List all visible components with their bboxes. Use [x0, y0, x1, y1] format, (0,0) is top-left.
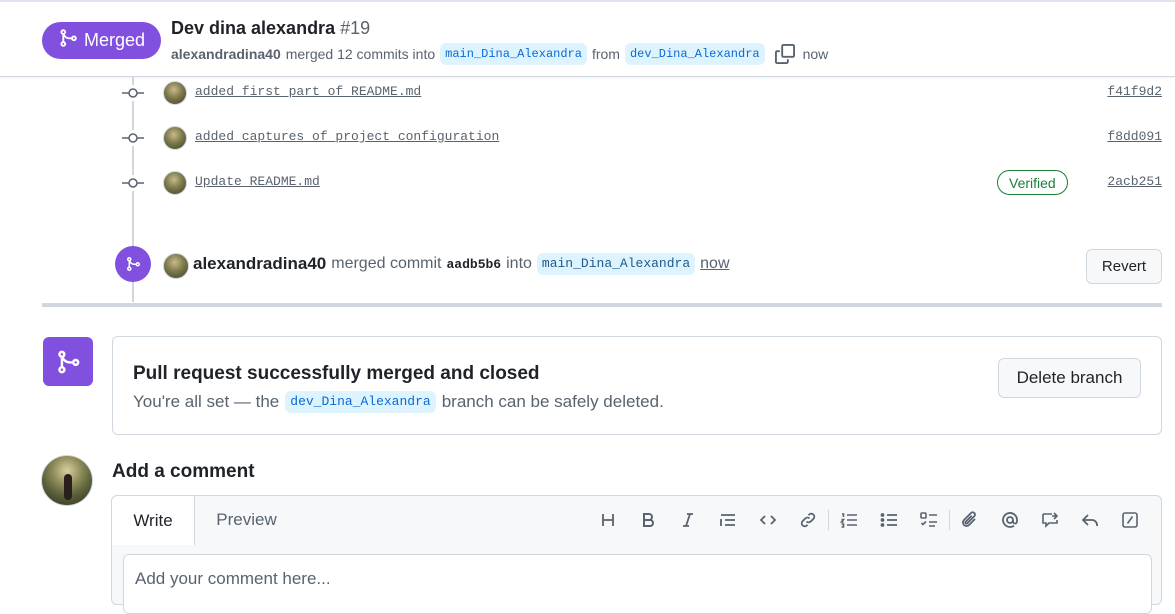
pr-header: Merged Dev dina alexandra #19 alexandrad… [0, 0, 1175, 77]
merge-event-text: alexandradina40 merged commit aadb5b6 in… [193, 251, 730, 277]
comment-placeholder: Add your comment here... [135, 569, 331, 588]
commit-row: Update README.md Verified 2acb251 [122, 170, 1167, 195]
ordered-list-icon[interactable] [829, 509, 869, 531]
merge-status-box: Pull request successfully merged and clo… [112, 336, 1162, 435]
commit-row: added captures of project configuration … [122, 126, 1167, 150]
link-icon[interactable] [788, 509, 828, 531]
delete-branch-button[interactable]: Delete branch [998, 358, 1141, 398]
commit-row: added first part of README.md f41f9d2 [122, 81, 1167, 105]
base-branch[interactable]: main_Dina_Alexandra [440, 43, 587, 65]
merged-state-badge: Merged [42, 22, 161, 59]
slash-command-icon[interactable] [1110, 509, 1150, 531]
verified-badge[interactable]: Verified [997, 170, 1068, 195]
git-commit-icon [122, 175, 144, 191]
merge-status-text-after: branch can be safely deleted. [441, 392, 664, 411]
reply-icon[interactable] [1070, 509, 1110, 531]
cross-reference-icon[interactable] [1030, 509, 1070, 531]
commit-message[interactable]: added first part of README.md [195, 84, 421, 99]
merge-commit-sha[interactable]: aadb5b6 [447, 257, 502, 272]
into-text: into [506, 255, 532, 272]
quote-icon[interactable] [708, 509, 748, 531]
commit-message[interactable]: added captures of project configuration [195, 129, 499, 144]
author-link[interactable]: alexandradina40 [171, 46, 281, 62]
code-icon[interactable] [748, 509, 788, 531]
heading-icon[interactable] [588, 509, 628, 531]
pr-subline: alexandradina40 merged 12 commits into m… [171, 43, 828, 65]
state-label: Merged [84, 30, 146, 50]
commit-sha[interactable]: f41f9d2 [1107, 84, 1162, 99]
mention-icon[interactable] [990, 509, 1030, 531]
merge-status-text: You're all set — the dev_Dina_Alexandra … [133, 391, 664, 413]
merge-target-branch[interactable]: main_Dina_Alexandra [536, 253, 696, 275]
avatar[interactable] [163, 171, 187, 195]
pr-number: #19 [340, 18, 371, 38]
git-merge-icon [43, 337, 93, 386]
timeline-divider [42, 303, 1162, 307]
avatar[interactable] [163, 81, 187, 105]
unordered-list-icon[interactable] [869, 509, 909, 531]
task-list-icon[interactable] [909, 509, 949, 531]
markdown-toolbar [588, 509, 1150, 531]
pr-title-text: Dev dina alexandra [171, 18, 336, 38]
avatar[interactable] [41, 455, 93, 506]
merge-status-text-before: You're all set — the [133, 392, 280, 411]
comment-editor: Write Preview Add your comment here... [111, 495, 1162, 614]
merge-author-link[interactable]: alexandradina40 [193, 254, 326, 274]
git-commit-icon [122, 130, 144, 146]
tab-write[interactable]: Write [112, 496, 195, 545]
bold-icon[interactable] [628, 509, 668, 531]
avatar[interactable] [163, 253, 189, 279]
git-commit-icon [122, 85, 144, 101]
head-branch[interactable]: dev_Dina_Alexandra [624, 43, 765, 65]
comment-textarea[interactable]: Add your comment here... [123, 554, 1152, 614]
pr-title: Dev dina alexandra #19 [171, 18, 370, 39]
copy-icon[interactable] [774, 44, 795, 64]
add-comment-heading: Add a comment [112, 461, 255, 482]
merge-time-link[interactable]: now [700, 255, 729, 273]
merge-event: alexandradina40 merged commit aadb5b6 in… [115, 246, 1162, 284]
from-text: from [591, 46, 620, 62]
commit-sha[interactable]: f8dd091 [1107, 129, 1162, 144]
italic-icon[interactable] [668, 509, 708, 531]
tab-preview[interactable]: Preview [195, 496, 298, 544]
commit-message[interactable]: Update README.md [195, 174, 320, 189]
merge-status-title: Pull request successfully merged and clo… [133, 363, 540, 384]
deletable-branch[interactable]: dev_Dina_Alexandra [285, 391, 436, 413]
header-time: now [802, 46, 829, 62]
avatar[interactable] [163, 126, 187, 150]
merged-text: merged 12 commits into [285, 46, 436, 62]
git-merge-icon [115, 246, 151, 282]
attach-icon[interactable] [950, 509, 990, 531]
git-merge-icon [58, 28, 78, 53]
merged-commit-text: merged commit [331, 255, 442, 272]
commit-sha[interactable]: 2acb251 [1107, 174, 1162, 189]
revert-button[interactable]: Revert [1086, 249, 1162, 284]
